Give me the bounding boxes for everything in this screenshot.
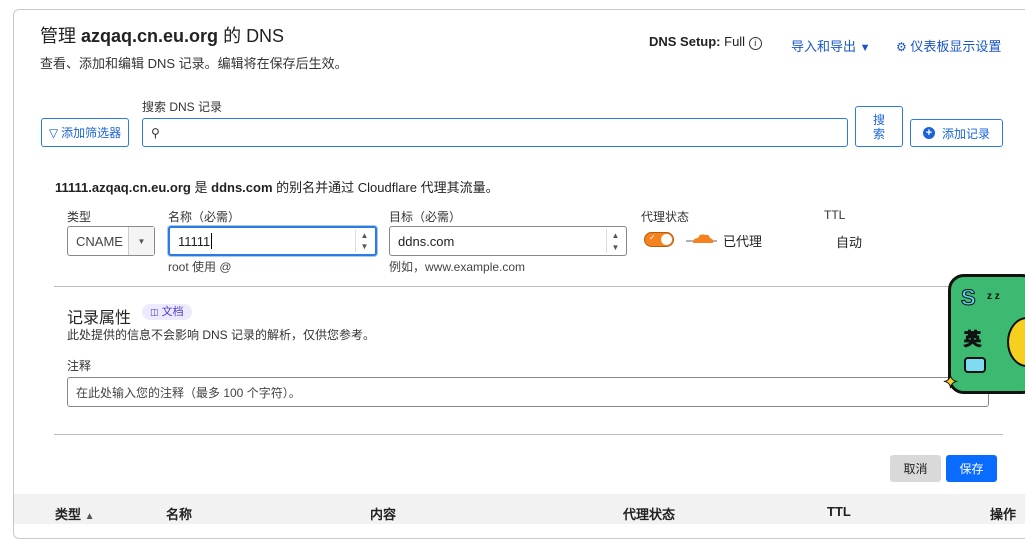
filter-icon: ▽ bbox=[48, 125, 59, 140]
caret-down-icon: ▼ bbox=[859, 42, 871, 54]
save-button[interactable]: 保存 bbox=[946, 455, 997, 482]
book-icon: ◫ bbox=[150, 307, 159, 317]
col-content: 内容 bbox=[370, 507, 397, 522]
col-proxy: 代理状态 bbox=[623, 507, 676, 522]
attrs-description: 此处提供的信息不会影响 DNS 记录的解析，仅供您参考。 bbox=[67, 328, 376, 342]
proxy-status-text: 已代理 bbox=[723, 234, 763, 249]
caret-down-icon: ▼ bbox=[128, 227, 154, 255]
dns-setup-status: DNS Setup: Full i bbox=[649, 34, 762, 50]
search-icon: ⚲ bbox=[151, 125, 160, 140]
proxy-label: 代理状态 bbox=[641, 210, 690, 224]
page-subtitle: 查看、添加和编辑 DNS 记录。编辑将在保存后生效。 bbox=[40, 56, 348, 71]
cloud-icon bbox=[686, 231, 718, 247]
divider bbox=[54, 286, 1003, 287]
name-input[interactable]: 11111 ▲ ▼ bbox=[168, 226, 377, 256]
col-ttl: TTL bbox=[827, 504, 851, 519]
record-summary: 11111.azqaq.cn.eu.org 是 ddns.com 的别名并通过 … bbox=[55, 180, 499, 195]
gear-icon: ⚙ bbox=[896, 40, 907, 54]
ttl-value: 自动 bbox=[836, 235, 863, 250]
col-name: 名称 bbox=[166, 507, 193, 522]
type-label: 类型 bbox=[67, 210, 92, 224]
sparkle-icon: ✦ bbox=[942, 372, 959, 393]
sticker-char: 英 bbox=[964, 330, 982, 350]
dashboard-settings-link[interactable]: ⚙ 仪表板显示设置 bbox=[896, 36, 1001, 55]
name-hint: root 使用 @ bbox=[168, 260, 232, 274]
target-label: 目标（必需） bbox=[389, 210, 462, 224]
divider bbox=[54, 434, 1003, 435]
docs-badge[interactable]: ◫ 文档 bbox=[142, 304, 192, 320]
ttl-label: TTL bbox=[824, 208, 846, 222]
comment-input[interactable]: 在此处输入您的注释（最多 100 个字符）。 bbox=[67, 377, 989, 407]
page-title: 管理 azqaq.cn.eu.org 的 DNS bbox=[40, 26, 285, 46]
proxy-toggle[interactable]: ✓ bbox=[644, 232, 674, 247]
search-input[interactable]: ⚲ bbox=[142, 118, 848, 147]
target-input[interactable]: ddns.com ▲ ▼ bbox=[389, 226, 627, 256]
add-record-button[interactable]: + 添加记录 bbox=[910, 119, 1003, 147]
stepper[interactable]: ▲ ▼ bbox=[606, 229, 624, 253]
zzz-icon: z z bbox=[987, 291, 1000, 302]
import-export-dropdown[interactable]: 导入和导出 ▼ bbox=[791, 36, 871, 55]
info-icon[interactable]: i bbox=[748, 37, 762, 50]
attrs-title: 记录属性 bbox=[67, 310, 132, 327]
col-actions: 操作 bbox=[990, 507, 1017, 522]
target-hint: 例如，www.example.com bbox=[389, 260, 526, 274]
search-label: 搜索 DNS 记录 bbox=[142, 100, 223, 114]
type-select[interactable]: CNAME ▼ bbox=[67, 226, 155, 256]
name-label: 名称（必需） bbox=[168, 210, 241, 224]
cancel-button[interactable]: 取消 bbox=[890, 455, 941, 482]
plus-circle-icon: + bbox=[922, 127, 935, 139]
comment-label: 注释 bbox=[67, 359, 92, 373]
stepper[interactable]: ▲ ▼ bbox=[355, 230, 373, 252]
shirt-icon bbox=[964, 357, 986, 373]
sticker-letter: S bbox=[961, 285, 977, 311]
sort-asc-icon: ▲ bbox=[84, 511, 95, 522]
sticker-widget[interactable]: S z z 英 bbox=[948, 274, 1025, 394]
search-button[interactable]: 搜索 bbox=[855, 106, 903, 147]
add-filter-button[interactable]: ▽ 添加筛选器 bbox=[41, 118, 129, 147]
character-icon bbox=[1007, 317, 1025, 367]
col-type[interactable]: 类型 ▲ bbox=[55, 504, 95, 523]
